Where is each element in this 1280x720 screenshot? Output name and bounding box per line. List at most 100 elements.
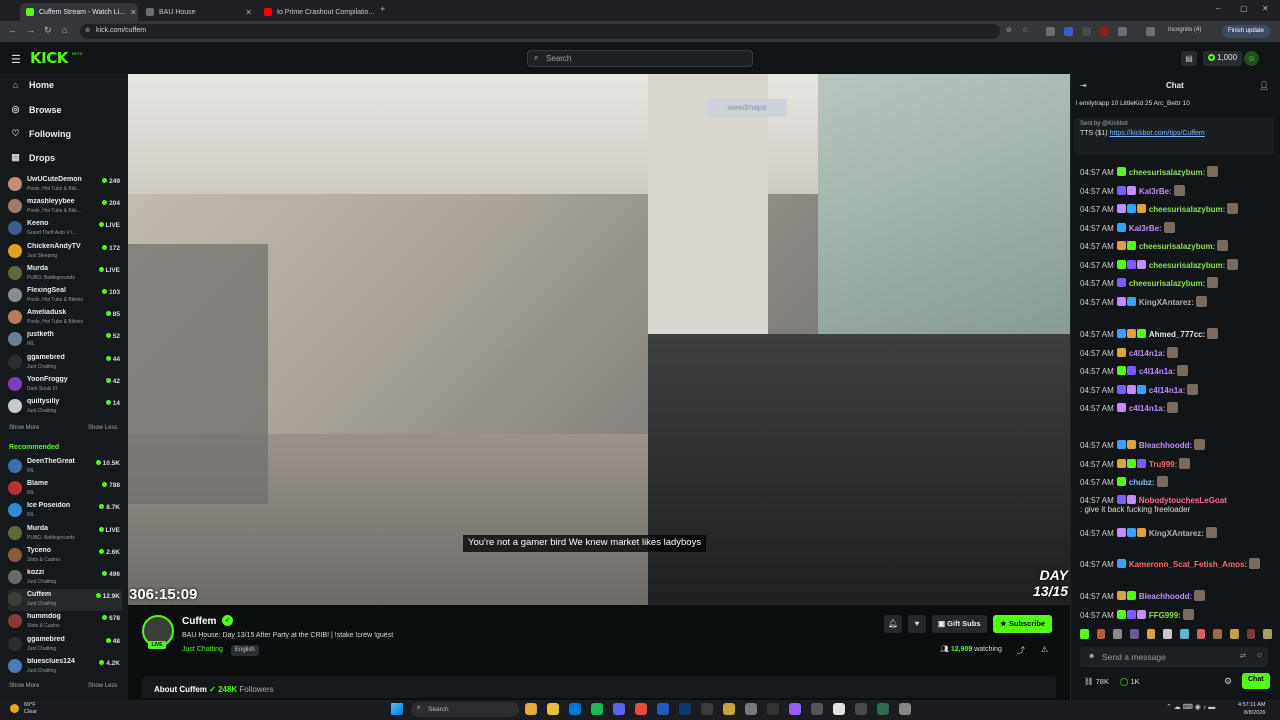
taskbar-clock[interactable]: 4:57:11 AM 8/8/2026 bbox=[1238, 701, 1265, 717]
stream-category[interactable]: Just Chatting bbox=[182, 646, 223, 653]
sidebar-channel[interactable]: ggamebred Just Chatting 44 bbox=[8, 352, 122, 374]
finish-update-button[interactable]: Finish update bbox=[1222, 25, 1271, 38]
sidebar-channel[interactable]: Murda PUBG: Battlegrounds LIVE bbox=[8, 263, 122, 285]
emote-icon[interactable] bbox=[1246, 629, 1256, 639]
taskbar-app-icon[interactable] bbox=[877, 703, 889, 715]
message-username[interactable]: cheesurisalazybum: bbox=[1129, 279, 1205, 288]
windows-start-icon[interactable] bbox=[391, 703, 403, 715]
chat-message[interactable]: 04:57 AM cheesurisalazybum: bbox=[1080, 277, 1272, 288]
language-tag[interactable]: English bbox=[231, 645, 259, 656]
message-username[interactable]: Tru999: bbox=[1149, 460, 1177, 469]
sidebar-channel[interactable]: Cuffem Just Chatting 12.9K bbox=[8, 589, 122, 612]
sidebar-channel[interactable]: FlexingSeal Pools, Hot Tubs & Bikinis 103 bbox=[8, 285, 122, 307]
menu-icon[interactable]: ☰ bbox=[11, 53, 21, 66]
browser-tab-youtube[interactable]: to Prime Crashout Compilatio... ✕ bbox=[258, 3, 376, 21]
chat-message[interactable]: 04:57 AM Kal3rBe: bbox=[1080, 185, 1272, 196]
close-window-icon[interactable]: ✕ bbox=[1262, 4, 1269, 13]
show-less-following[interactable]: Show Less bbox=[88, 425, 117, 431]
chat-message[interactable]: 04:57 AM cheesurisalazybum: bbox=[1080, 203, 1272, 214]
maximize-icon[interactable]: ▢ bbox=[1240, 4, 1248, 13]
chat-message[interactable]: 04:57 AM cheesurisalazybum: bbox=[1080, 259, 1272, 270]
chat-message[interactable]: 04:57 AM Ahmed_777cc: bbox=[1080, 328, 1272, 339]
emote-icon[interactable] bbox=[1096, 629, 1106, 639]
gift-subs-button[interactable]: ▣ Gift Subs bbox=[932, 615, 987, 633]
browser-tab-kick[interactable]: Cuffem Stream - Watch Li... ✕ bbox=[20, 3, 138, 21]
sidebar-channel[interactable]: DeenTheGreat IRL 10.5K bbox=[8, 456, 122, 478]
extension-icon[interactable] bbox=[1082, 27, 1091, 36]
message-username[interactable]: c4l14n1a: bbox=[1129, 349, 1165, 358]
message-username[interactable]: cheesurisalazybum: bbox=[1149, 261, 1225, 270]
chat-message[interactable]: 04:57 AM c4l14n1a: bbox=[1080, 347, 1272, 358]
sidebar-channel[interactable]: UwUCuteDemon Pools, Hot Tubs & Biki... 249 bbox=[8, 174, 122, 196]
collapse-chat-icon[interactable]: ⇥ bbox=[1080, 81, 1087, 90]
chat-settings-icon[interactable]: ⚙ bbox=[1224, 676, 1232, 687]
browse-icon[interactable]: ▤ bbox=[1181, 51, 1197, 66]
top-gifters-bar[interactable]: l emilytrapp 10 LittleKid 25 Arc_Bettr 1… bbox=[1076, 100, 1280, 112]
sidebar-channel[interactable]: ggamebred Just Chatting 48 bbox=[8, 634, 122, 656]
sidebar-channel[interactable]: bluesclues124 Just Chatting 4.2K bbox=[8, 656, 122, 678]
message-username[interactable]: c4l14n1a: bbox=[1139, 367, 1175, 376]
streamer-name[interactable]: Cuffem bbox=[182, 616, 216, 627]
sidebar-channel[interactable]: quiltysilly Just Chatting 14 bbox=[8, 396, 122, 418]
nav-following[interactable]: ♡ Following bbox=[11, 128, 71, 139]
message-username[interactable]: NobodytouchesLeGoat bbox=[1139, 496, 1227, 505]
chat-message[interactable]: 04:57 AM cheesurisalazybum: bbox=[1080, 240, 1272, 251]
sidebar-channel[interactable]: Murda PUBG: Battlegrounds LIVE bbox=[8, 523, 122, 545]
sidebar-channel[interactable]: Ice Poseidon IRL 8.7K bbox=[8, 500, 122, 522]
sidebar-channel[interactable]: mzashleyybee Pools, Hot Tubs & Biki... 204 bbox=[8, 196, 122, 218]
notification-bell-button[interactable]: 🔔︎ bbox=[884, 615, 902, 633]
extension-icon[interactable] bbox=[1100, 27, 1109, 36]
taskbar-app-icon[interactable] bbox=[525, 703, 537, 715]
subscribe-button[interactable]: ★ Subscribe bbox=[993, 615, 1053, 633]
incognito-indicator[interactable]: Incognito (4) bbox=[1168, 27, 1201, 33]
taskbar-app-icon[interactable] bbox=[833, 703, 845, 715]
report-icon[interactable]: ⚠ bbox=[1041, 645, 1048, 654]
sidebar-channel[interactable]: Ameliadusk Pools, Hot Tubs & Bikinis 85 bbox=[8, 307, 122, 329]
translate-icon[interactable]: ⇄ bbox=[1240, 652, 1246, 660]
new-tab-icon[interactable]: + bbox=[380, 4, 385, 14]
chat-message[interactable]: 04:57 AM KingXAntarez: bbox=[1080, 296, 1272, 307]
chat-message[interactable]: 04:57 AM c4l14n1a: bbox=[1080, 384, 1272, 395]
chat-send-button[interactable]: Chat bbox=[1242, 673, 1270, 689]
message-username[interactable]: Ahmed_777cc: bbox=[1149, 330, 1205, 339]
emote-icon[interactable] bbox=[1213, 629, 1223, 639]
taskbar-app-icon[interactable] bbox=[855, 703, 867, 715]
message-username[interactable]: Bleachhoodd: bbox=[1139, 592, 1192, 601]
sidebar-channel[interactable]: justketh IRL 52 bbox=[8, 329, 122, 351]
emote-icon[interactable] bbox=[1230, 629, 1239, 639]
system-tray[interactable]: ⌃ ☁ ⌨ ◉ ♪ ▬ bbox=[1166, 703, 1215, 711]
sidebar-channel[interactable]: ChickenAndyTV Just Sleeping 172 bbox=[8, 241, 122, 263]
message-username[interactable]: Kal3rBe: bbox=[1129, 224, 1162, 233]
message-username[interactable]: Kameronn_Scat_Fetish_Amos: bbox=[1129, 560, 1247, 569]
minimize-icon[interactable]: – bbox=[1216, 4, 1220, 13]
message-username[interactable]: cheesurisalazybum: bbox=[1149, 205, 1225, 214]
chat-message[interactable]: 04:57 AM Kal3rBe: bbox=[1080, 222, 1272, 233]
emote-icon[interactable] bbox=[1080, 629, 1089, 639]
sidebar-channel[interactable]: Tyceno Slots & Casino 2.6K bbox=[8, 545, 122, 567]
message-username[interactable]: Bleachhoodd: bbox=[1139, 441, 1192, 450]
taskbar-app-icon[interactable] bbox=[811, 703, 823, 715]
back-icon[interactable]: ← bbox=[8, 25, 17, 35]
emote-icon[interactable] bbox=[1146, 629, 1156, 639]
message-username[interactable]: cheesurisalazybum: bbox=[1129, 168, 1205, 177]
kick-logo[interactable]: KICK bbox=[30, 49, 68, 67]
chat-message[interactable]: 04:57 AM FFG999: bbox=[1080, 609, 1272, 620]
taskbar-app-icon[interactable] bbox=[789, 703, 801, 715]
video-player[interactable] bbox=[128, 74, 1070, 605]
chat-message[interactable]: 04:57 AM KingXAntarez: bbox=[1080, 527, 1272, 538]
chat-message[interactable]: 04:57 AM chubz: bbox=[1080, 476, 1272, 487]
nav-browse[interactable]: ◎ Browse bbox=[11, 104, 62, 115]
star-icon[interactable]: ☆ bbox=[1022, 26, 1028, 34]
forward-icon[interactable]: → bbox=[26, 25, 35, 35]
message-username[interactable]: FFG999: bbox=[1149, 611, 1181, 620]
chat-users-icon[interactable]: 👤︎ bbox=[1259, 81, 1269, 90]
message-username[interactable]: c4l14n1a: bbox=[1149, 386, 1185, 395]
taskbar-app-icon[interactable] bbox=[745, 703, 757, 715]
taskbar-app-icon[interactable] bbox=[899, 703, 911, 715]
sidebar-channel[interactable]: Keeno Grand Theft Auto V l... LIVE bbox=[8, 218, 122, 240]
message-username[interactable]: KingXAntarez: bbox=[1139, 298, 1194, 307]
show-more-recommended[interactable]: Show More bbox=[9, 683, 39, 689]
emote-icon[interactable] bbox=[1163, 629, 1173, 639]
home-browser-icon[interactable]: ⌂ bbox=[62, 25, 67, 35]
taskbar-app-icon[interactable] bbox=[569, 703, 581, 715]
